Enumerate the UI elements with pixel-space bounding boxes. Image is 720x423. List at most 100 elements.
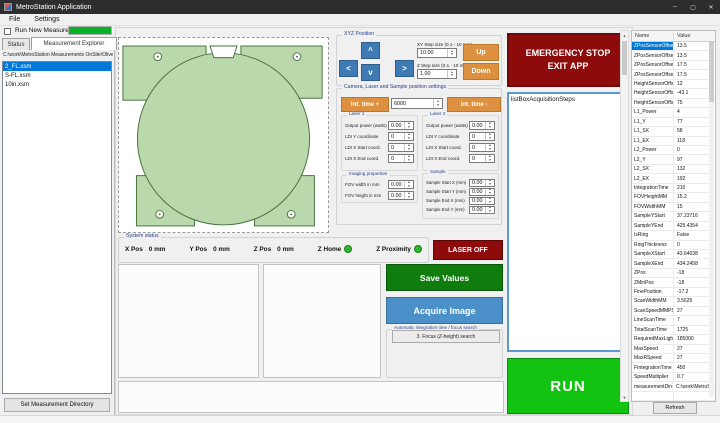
setting-field[interactable]: 0.00 <box>388 121 414 130</box>
acquisition-steps-listbox[interactable]: listBoxAcquisitionSteps <box>507 92 629 352</box>
setting-field[interactable]: 0 <box>469 154 495 163</box>
table-row[interactable]: measurementDire... C:\work\MetroSt... <box>632 382 715 391</box>
setting-field[interactable]: 0.00 <box>469 121 495 130</box>
scroll-up-icon[interactable]: ▲ <box>623 31 627 39</box>
menu-item[interactable]: Settings <box>27 15 66 24</box>
z-step-field[interactable]: 1.00 <box>417 69 457 79</box>
table-row[interactable]: ZPosSensorOffse... 17.5 <box>632 70 715 79</box>
field-spinner[interactable] <box>404 181 413 188</box>
table-row[interactable]: L2_EX 192 <box>632 174 715 183</box>
z-step-spinner[interactable] <box>447 70 456 78</box>
field-spinner[interactable] <box>485 198 494 204</box>
list-item[interactable]: 2_FL.xsm <box>3 62 111 71</box>
move-down-button[interactable]: v <box>361 64 380 81</box>
table-row[interactable]: SampleYStart 37.23716 <box>632 212 715 221</box>
field-spinner[interactable] <box>485 122 494 129</box>
table-row[interactable]: HeightSensorOffs... -43.1 <box>632 89 715 98</box>
table-row[interactable]: RingThickness 0 <box>632 241 715 250</box>
setting-field[interactable]: 0 <box>469 143 495 152</box>
table-row[interactable]: L1_SX 58 <box>632 127 715 136</box>
table-row[interactable]: ZMinPos -18 <box>632 278 715 287</box>
table-row[interactable]: SampleXStart 43.64038 <box>632 250 715 259</box>
laser-off-button[interactable]: LASER OFF <box>433 240 503 260</box>
setting-field[interactable]: 0 <box>469 132 495 141</box>
move-left-button[interactable]: < <box>339 60 358 77</box>
table-row[interactable]: L2_Power 0 <box>632 146 715 155</box>
list-item[interactable]: S-FL.xsm <box>3 71 111 80</box>
maximize-icon[interactable]: ▢ <box>684 0 702 14</box>
run-new-measurement-checkbox[interactable] <box>4 28 11 35</box>
setting-field[interactable]: 0.00 <box>388 180 414 189</box>
field-spinner[interactable] <box>404 133 413 140</box>
table-row[interactable]: IsRing False <box>632 231 715 240</box>
up-button[interactable]: Up <box>463 44 499 61</box>
table-row[interactable]: IntegrationTime 210 <box>632 184 715 193</box>
table-row[interactable]: SampleXEnd 434.2458 <box>632 259 715 268</box>
auto-search-step-button[interactable]: 3. Focus (Z-height) search <box>392 330 500 343</box>
field-spinner[interactable] <box>485 180 494 186</box>
tab-status[interactable]: Status <box>2 38 30 50</box>
table-row[interactable]: SpeedMultiplier 0.7 <box>632 373 715 382</box>
table-scrollbar[interactable] <box>709 42 714 397</box>
run-button[interactable]: RUN <box>507 358 629 414</box>
field-spinner[interactable] <box>485 189 494 195</box>
setting-field[interactable]: 0 <box>388 132 414 141</box>
table-row[interactable]: RequiredMaxLigh... 185000 <box>632 335 715 344</box>
table-scroll-thumb[interactable] <box>709 42 714 102</box>
field-spinner[interactable] <box>485 144 494 151</box>
xy-step-field[interactable]: 10.00 <box>417 48 457 58</box>
int-time-field[interactable]: 6000 <box>391 98 443 109</box>
table-row[interactable]: FIntegrationTime 450 <box>632 363 715 372</box>
move-right-button[interactable]: > <box>395 60 414 77</box>
table-row[interactable]: SampleYEnd 425.4354 <box>632 222 715 231</box>
field-spinner[interactable] <box>404 144 413 151</box>
save-values-button[interactable]: Save Values <box>386 264 503 291</box>
table-row[interactable]: L1_Power 4 <box>632 108 715 117</box>
menu-item[interactable]: File <box>2 15 27 24</box>
table-row[interactable]: L1_EX 118 <box>632 137 715 146</box>
int-time-minus-button[interactable]: Int. time - <box>447 97 501 112</box>
int-time-spinner[interactable] <box>433 99 442 108</box>
table-row[interactable]: ZPosSensorOffse... 17.5 <box>632 61 715 70</box>
list-item[interactable]: 10in.xsm <box>3 80 111 89</box>
close-icon[interactable]: ✕ <box>702 0 720 14</box>
emergency-stop-button[interactable]: EMERGENCY STOP EXIT APP <box>507 33 629 87</box>
table-row[interactable]: ZPosSensorOffse... 13.5 <box>632 51 715 60</box>
field-spinner[interactable] <box>404 122 413 129</box>
set-measurement-directory-button[interactable]: Set Measurement Directory <box>4 398 110 412</box>
setting-field[interactable]: 0 <box>388 154 414 163</box>
table-row[interactable]: ScanWidthMM 3.5625 <box>632 297 715 306</box>
setting-field[interactable]: 0.00 <box>469 206 495 214</box>
table-row[interactable]: ZPosSensorOffse... 13.5 <box>632 42 715 51</box>
field-spinner[interactable] <box>404 155 413 162</box>
table-row[interactable]: L2_Y 97 <box>632 155 715 164</box>
properties-scrollbar[interactable]: ▲ ▼ <box>620 30 629 402</box>
field-spinner[interactable] <box>485 207 494 213</box>
field-spinner[interactable] <box>485 133 494 140</box>
scroll-down-icon[interactable]: ▼ <box>623 393 627 401</box>
move-up-button[interactable]: ^ <box>361 42 380 59</box>
acquire-image-button[interactable]: Acquire Image <box>386 297 503 324</box>
field-spinner[interactable] <box>404 192 413 199</box>
table-row[interactable]: L2_SX 132 <box>632 165 715 174</box>
table-row[interactable]: ScanSpeedMMPS 27 <box>632 307 715 316</box>
field-spinner[interactable] <box>485 155 494 162</box>
table-row[interactable]: FinePosition -17.2 <box>632 288 715 297</box>
scroll-thumb[interactable] <box>622 41 627 75</box>
setting-field[interactable]: 0 <box>388 143 414 152</box>
down-button[interactable]: Down <box>463 63 499 80</box>
refresh-button[interactable]: Refresh <box>653 402 697 414</box>
table-row[interactable]: TotalScanTime 1725 <box>632 326 715 335</box>
tab-measurement-explorer[interactable]: Measurement Explorer <box>31 37 117 50</box>
table-row[interactable]: L1_Y 77 <box>632 118 715 127</box>
table-row[interactable] <box>632 392 715 401</box>
table-row[interactable]: HeightSensorOffs... 75 <box>632 99 715 108</box>
table-row[interactable]: MaxSpeed 27 <box>632 345 715 354</box>
table-row[interactable]: FOVWidthMM 15 <box>632 203 715 212</box>
table-row[interactable]: FOVHeightMM 15.2 <box>632 193 715 202</box>
measurement-file-list[interactable]: 2_FL.xsmS-FL.xsm10in.xsm <box>2 61 112 394</box>
setting-field[interactable]: 0.00 <box>469 197 495 205</box>
table-row[interactable]: LineScanTime 7 <box>632 316 715 325</box>
minimize-icon[interactable]: ─ <box>666 0 684 14</box>
setting-field[interactable]: 0.00 <box>469 179 495 187</box>
